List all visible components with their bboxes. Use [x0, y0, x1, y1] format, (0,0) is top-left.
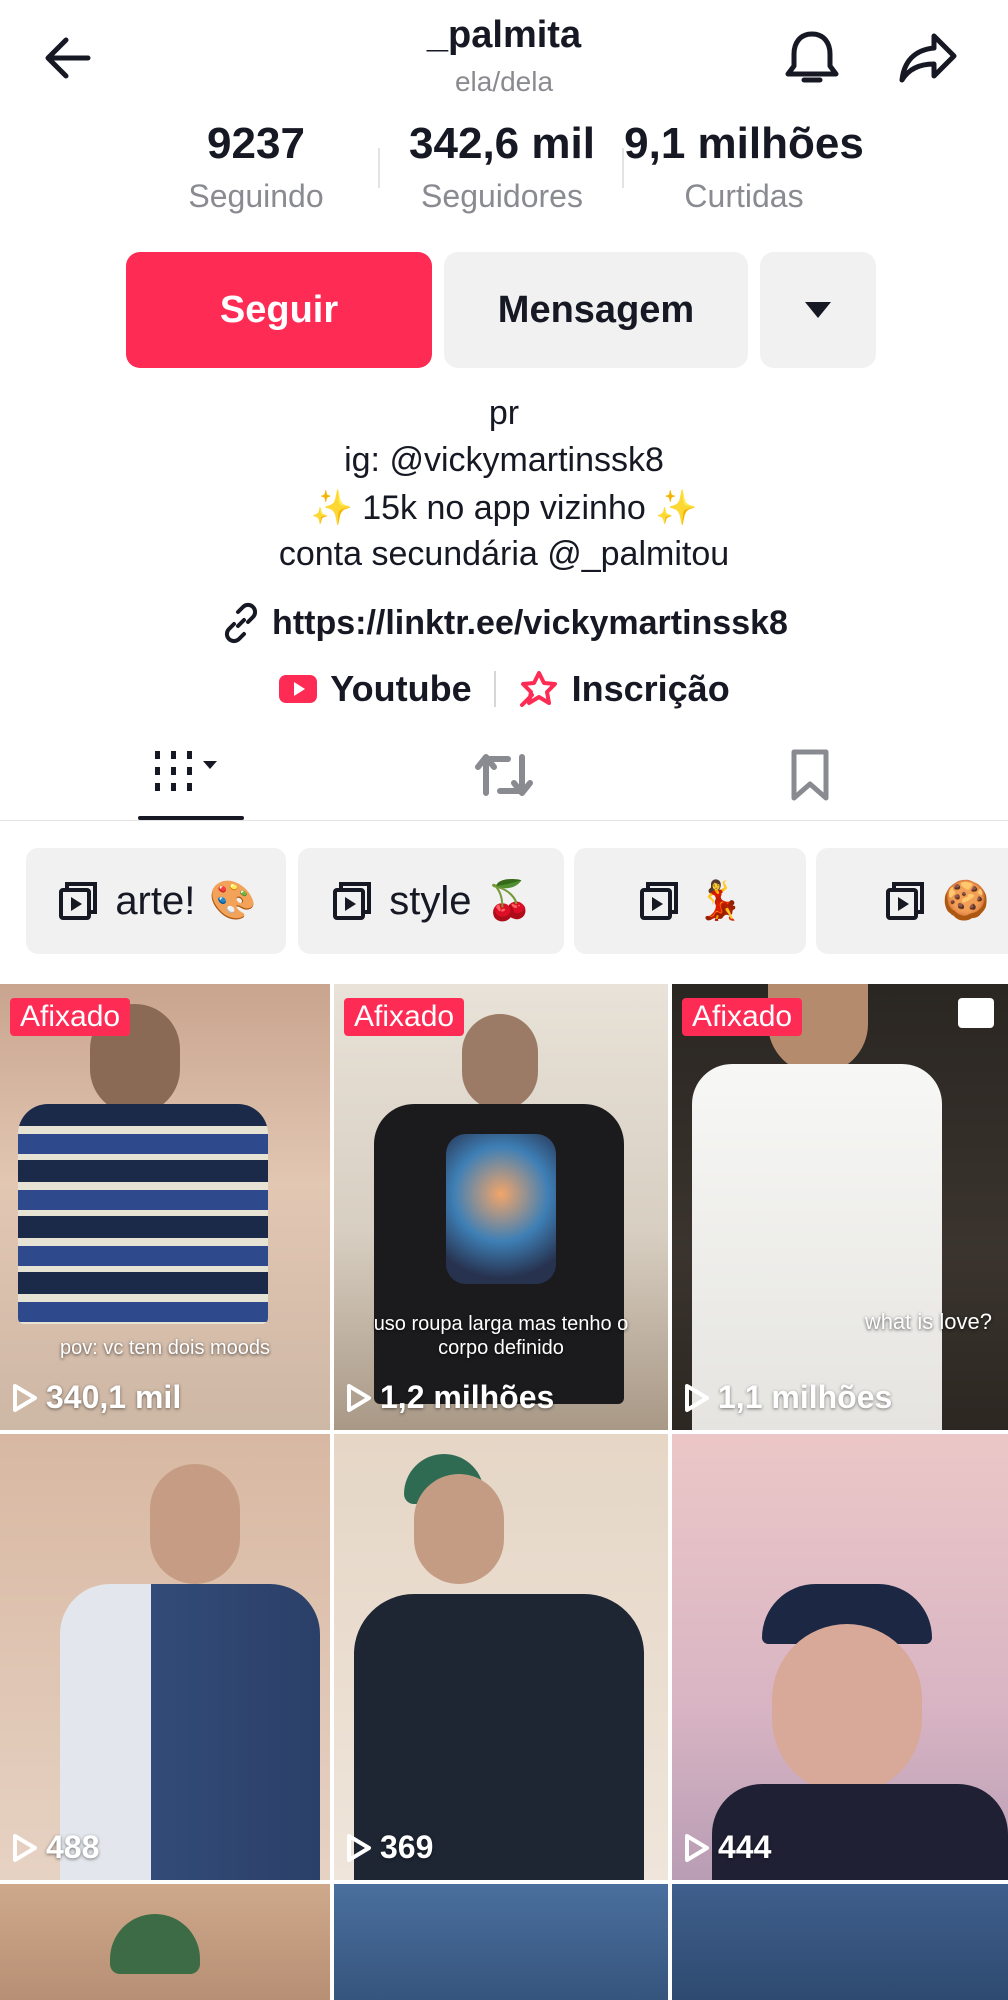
stat-followers[interactable]: 342,6 mil Seguidores: [382, 118, 622, 215]
video-tile[interactable]: 444: [672, 1434, 1008, 1880]
social-divider: [493, 671, 496, 707]
playlist-chip[interactable]: style 🍒: [298, 848, 564, 954]
profile-pronouns: ela/dela: [454, 66, 554, 97]
tabs-divider: [0, 820, 1008, 821]
play-icon: [13, 1833, 37, 1862]
subscription-label: Inscrição: [571, 668, 730, 709]
triangle-down-icon: [805, 302, 831, 318]
pinned-badge: Afixado: [344, 998, 465, 1036]
follow-button[interactable]: Seguir: [126, 252, 432, 368]
likes-label: Curtidas: [684, 178, 804, 214]
youtube-link[interactable]: Youtube: [278, 668, 472, 710]
video-caption: uso roupa larga mas tenho o corpo defini…: [373, 1313, 629, 1359]
bio-line: ✨ 15k no app vizinho ✨: [310, 489, 698, 527]
view-count: 488: [12, 1829, 99, 1866]
view-count-text: 488: [46, 1829, 100, 1865]
pinned-badge: Afixado: [682, 998, 803, 1036]
grid-icon: [155, 751, 217, 791]
view-count-text: 1,2 milhões: [380, 1379, 555, 1415]
bio-line: conta secundária @_palmitou: [278, 535, 730, 573]
video-thumbnail: [446, 1134, 556, 1284]
video-caption: pov: vc tem dois moods: [59, 1337, 271, 1359]
playlist-emoji: 🍒: [485, 880, 533, 922]
video-thumbnail: [110, 1914, 200, 1974]
video-thumbnail: [692, 1064, 942, 1430]
likes-count: 9,1 milhões: [624, 119, 864, 168]
playlist-chip[interactable]: 🍪: [816, 848, 1008, 954]
view-count-text: 444: [718, 1829, 772, 1865]
playlist-label: style: [389, 878, 472, 923]
video-thumbnail: [462, 1014, 538, 1110]
bell-icon[interactable]: [776, 22, 848, 94]
following-count: 9237: [207, 119, 305, 168]
pinned-badge: Afixado: [10, 998, 131, 1036]
playlist-emoji: 💃: [696, 880, 744, 922]
stat-likes[interactable]: 9,1 milhões Curtidas: [624, 118, 864, 215]
view-count: 340,1 mil: [12, 1379, 181, 1416]
following-label: Seguindo: [188, 178, 324, 214]
playlist-icon: [333, 882, 372, 920]
play-icon: [13, 1383, 37, 1412]
tab-reposts[interactable]: [454, 730, 554, 820]
view-count: 444: [684, 1829, 771, 1866]
bookmark-icon: [791, 749, 829, 801]
message-button[interactable]: Mensagem: [444, 252, 748, 368]
more-options-button[interactable]: [760, 252, 876, 368]
video-thumbnail: [18, 1104, 268, 1324]
video-tile[interactable]: Afixado pov: vc tem dois moods 340,1 mil: [0, 984, 330, 1430]
tab-saved[interactable]: [760, 730, 860, 820]
play-icon: [685, 1383, 709, 1412]
bio-line: ig: @vickymartinssk8: [344, 441, 664, 479]
followers-count: 342,6 mil: [409, 119, 595, 168]
video-thumbnail: [150, 1464, 240, 1584]
playlist-chip[interactable]: 💃: [574, 848, 806, 954]
playlist-icon: [886, 882, 925, 920]
tab-videos[interactable]: [138, 730, 244, 820]
view-count: 1,2 milhões: [346, 1379, 554, 1416]
playlist-emoji: 🍪: [942, 880, 990, 922]
stat-divider: [378, 148, 380, 188]
view-count-text: 340,1 mil: [46, 1379, 182, 1415]
playlist-icon: [640, 882, 679, 920]
video-tile[interactable]: [334, 1884, 668, 2000]
playlist-label: arte!: [115, 878, 196, 923]
video-thumbnail: [772, 1624, 922, 1794]
video-thumbnail: [414, 1474, 504, 1584]
social-links: Youtube Inscrição: [0, 668, 1008, 710]
view-count: 1,1 milhões: [684, 1379, 892, 1416]
bio-line: pr: [488, 394, 520, 432]
play-icon: [347, 1833, 371, 1862]
photo-icon: [958, 998, 994, 1028]
view-count-text: 1,1 milhões: [718, 1379, 893, 1415]
share-icon[interactable]: [892, 22, 964, 94]
video-tile[interactable]: [672, 1884, 1008, 2000]
youtube-label: Youtube: [330, 668, 472, 709]
playlist-emoji: 🎨: [209, 880, 257, 922]
view-count-text: 369: [380, 1829, 434, 1865]
stat-following[interactable]: 9237 Seguindo: [136, 118, 376, 215]
video-tile[interactable]: Afixado uso roupa larga mas tenho o corp…: [334, 984, 668, 1430]
playlist-chip[interactable]: arte! 🎨: [26, 848, 286, 954]
view-count: 369: [346, 1829, 433, 1866]
repost-icon: [475, 754, 533, 796]
youtube-icon: [279, 675, 318, 703]
followers-label: Seguidores: [421, 178, 583, 214]
subscription-icon: [519, 671, 557, 707]
video-tile[interactable]: Afixado what is love? 1,1 milhões: [672, 984, 1008, 1430]
video-tile[interactable]: [0, 1884, 330, 2000]
subscription-link[interactable]: Inscrição: [518, 668, 730, 710]
play-icon: [347, 1383, 371, 1412]
play-icon: [685, 1833, 709, 1862]
profile-username: _palmita: [426, 14, 582, 56]
video-caption: what is love?: [864, 1309, 992, 1334]
playlist-icon: [59, 882, 98, 920]
video-tile[interactable]: 488: [0, 1434, 330, 1880]
link-icon: [224, 602, 258, 644]
video-tile[interactable]: 369: [334, 1434, 668, 1880]
bio-link[interactable]: https://linktr.ee/vickymartinssk8: [0, 602, 1008, 644]
bio-link-text: https://linktr.ee/vickymartinssk8: [272, 603, 788, 642]
